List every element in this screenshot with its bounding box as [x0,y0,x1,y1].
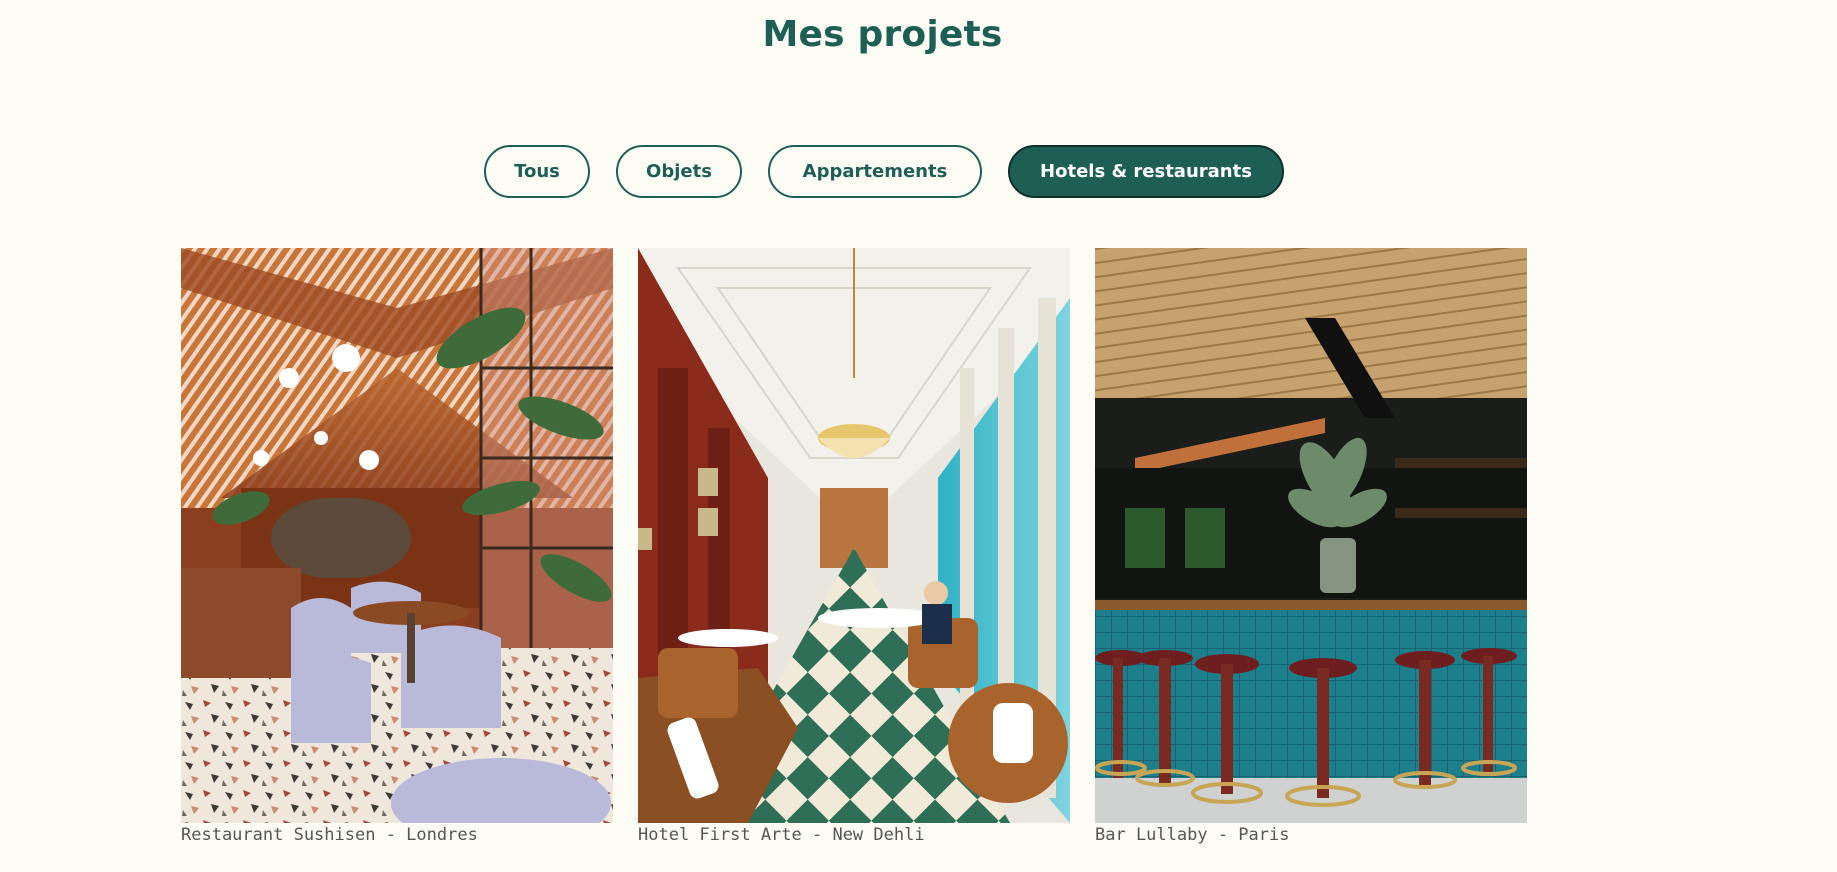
project-card-sushisen[interactable]: Restaurant Sushisen - Londres [181,248,613,845]
project-photo-first-arte[interactable] [638,248,1070,823]
project-photo-lullaby[interactable] [1095,248,1527,823]
filter-tous-button[interactable]: Tous [484,145,590,198]
bar-photo-image [1095,248,1527,823]
filter-objets-button[interactable]: Objets [616,145,742,198]
filter-appartements-button[interactable]: Appartements [768,145,982,198]
project-caption: Bar Lullaby - Paris [1095,825,1290,845]
project-caption: Hotel First Arte - New Dehli [638,825,925,845]
project-card-first-arte[interactable]: Hotel First Arte - New Dehli [638,248,1070,845]
restaurant-photo-image [181,248,613,823]
project-card-lullaby[interactable]: Bar Lullaby - Paris [1095,248,1527,845]
filter-bar: Tous Objets Appartements Hotels & restau… [484,145,1284,198]
project-photo-sushisen[interactable] [181,248,613,823]
filter-hotels-restaurants-button[interactable]: Hotels & restaurants [1008,145,1284,198]
page-title: Mes projets [762,14,1003,55]
projects-grid: Restaurant Sushisen - Londres Hotel Firs… [181,248,1527,845]
hotel-photo-image [638,248,1070,823]
project-caption: Restaurant Sushisen - Londres [181,825,478,845]
